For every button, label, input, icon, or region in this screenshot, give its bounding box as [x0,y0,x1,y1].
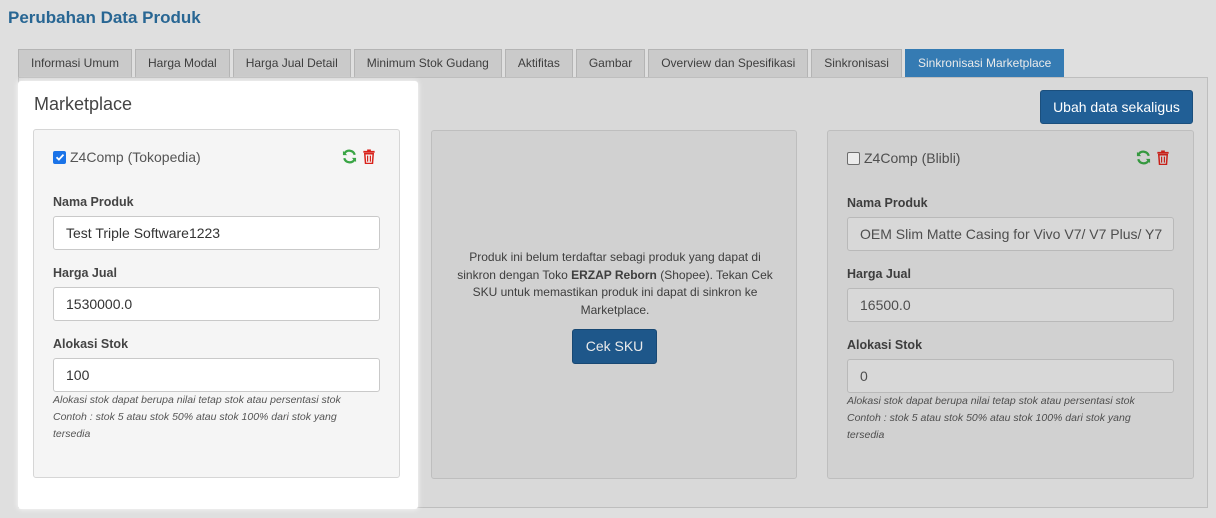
blibli-price-field[interactable]: 16500.0 [847,288,1174,322]
unregistered-message: Produk ini belum terdaftar sebagi produk… [450,249,780,319]
blibli-stock-help: Alokasi stok dapat berupa nilai tetap st… [847,393,1167,444]
tab-harga-jual-detail[interactable]: Harga Jual Detail [232,49,351,77]
tokopedia-stock-help: Alokasi stok dapat berupa nilai tetap st… [53,392,373,443]
tab-gambar[interactable]: Gambar [575,49,646,77]
store-name: ERZAP Reborn [571,267,657,282]
help-line: Alokasi stok dapat berupa nilai tetap st… [53,394,341,406]
tab-minimum-stok-gudang[interactable]: Minimum Stok Gudang [353,49,502,77]
help-line: tersedia [53,428,91,440]
tokopedia-price-field[interactable]: 1530000.0 [53,287,380,321]
blibli-store-name: Z4Comp (Blibli) [864,150,961,166]
blibli-stock-field[interactable]: 0 [847,359,1174,393]
tokopedia-card: Z4Comp (Tokopedia) Nama Produk Test Trip… [33,129,400,478]
section-title: Marketplace [34,94,133,114]
tab-harga-modal[interactable]: Harga Modal [135,49,230,77]
bulk-update-button[interactable]: Ubah data sekaligus [1040,90,1193,124]
check-icon [55,153,64,161]
tokopedia-store-name: Z4Comp (Tokopedia) [70,149,201,165]
tab-informasi-umum[interactable]: Informasi Umum [18,49,133,77]
blibli-checkbox[interactable] [847,151,860,165]
tokopedia-product-name-field[interactable]: Test Triple Software1223 [53,216,380,250]
trash-icon[interactable] [1156,150,1170,165]
shopee-card: Produk ini belum terdaftar sebagi produk… [431,130,797,479]
tokopedia-stock-label: Alokasi Stok [53,337,129,351]
tokopedia-product-label: Nama Produk [53,195,134,209]
help-line: Contoh : stok 5 atau stok 50% atau stok … [847,412,1131,424]
trash-icon[interactable] [362,149,376,164]
blibli-product-label: Nama Produk [847,196,928,210]
cek-sku-button[interactable]: Cek SKU [572,329,657,364]
blibli-price-label: Harga Jual [847,267,911,281]
tab-bar: Informasi Umum Harga Modal Harga Jual De… [18,49,1067,77]
blibli-card: Z4Comp (Blibli) Nama Produk OEM Slim Mat… [827,130,1194,479]
tab-sinkronisasi[interactable]: Sinkronisasi [811,49,902,77]
tokopedia-checkbox[interactable] [53,150,66,164]
help-line: tersedia [847,429,885,441]
help-line: Contoh : stok 5 atau stok 50% atau stok … [53,411,337,423]
blibli-product-name-field[interactable]: OEM Slim Matte Casing for Vivo V7/ V7 Pl… [847,217,1174,251]
refresh-icon[interactable] [342,149,357,164]
tokopedia-price-label: Harga Jual [53,266,117,280]
tokopedia-stock-field[interactable]: 100 [53,358,380,392]
tab-overview-spesifikasi[interactable]: Overview dan Spesifikasi [648,49,809,77]
refresh-icon[interactable] [1136,150,1151,165]
page-title: Perubahan Data Produk [8,8,201,27]
blibli-stock-label: Alokasi Stok [847,338,923,352]
tab-aktifitas[interactable]: Aktifitas [504,49,573,77]
help-line: Alokasi stok dapat berupa nilai tetap st… [847,395,1135,407]
tab-sinkronisasi-marketplace[interactable]: Sinkronisasi Marketplace [904,49,1065,77]
